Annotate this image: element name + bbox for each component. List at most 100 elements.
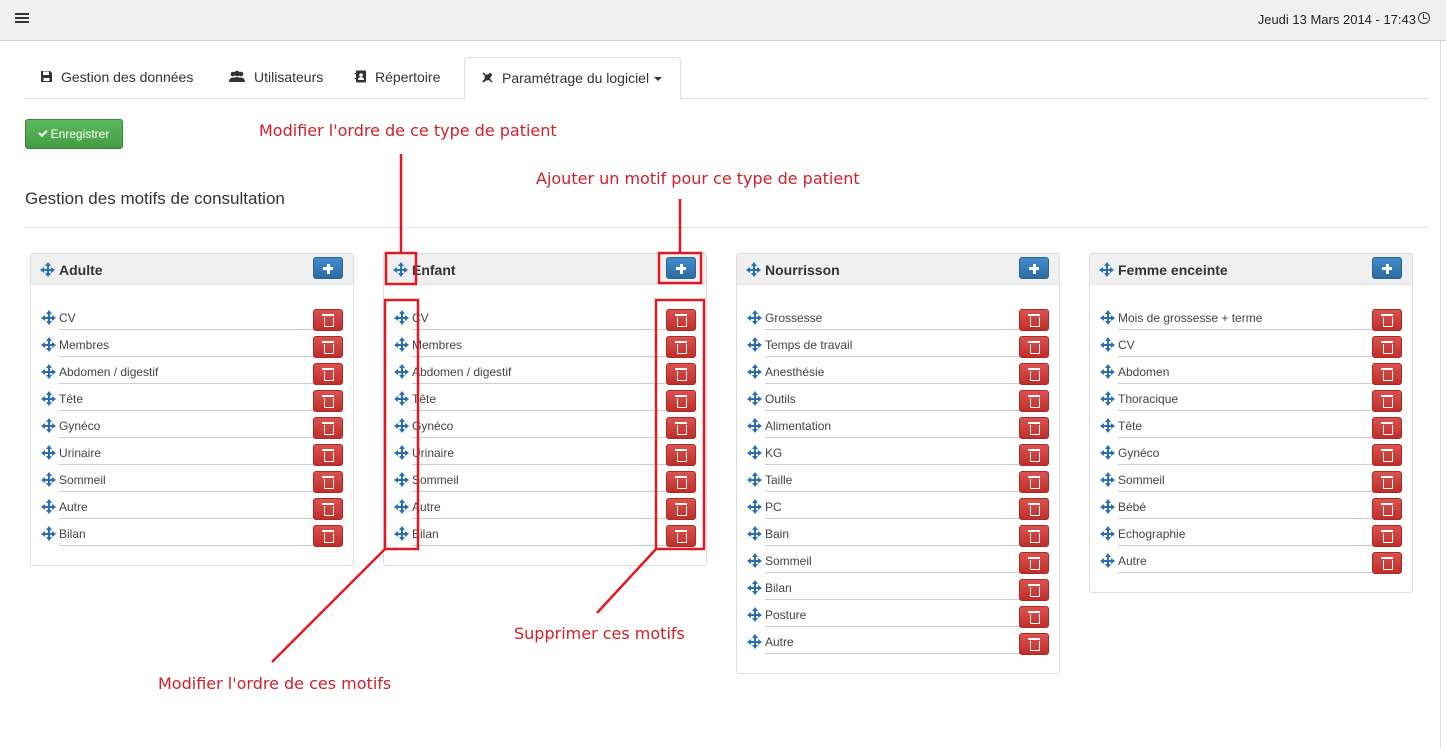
move-icon[interactable] [1100,418,1115,433]
move-icon[interactable] [747,580,762,595]
save-button[interactable]: Enregistrer [25,119,123,149]
delete-motif-button[interactable] [1019,606,1049,628]
motif-input[interactable]: Temps de travail [765,338,1023,357]
move-icon[interactable] [1100,553,1115,568]
move-icon[interactable] [41,418,56,433]
motif-input[interactable]: Sommeil [412,473,670,492]
delete-motif-button[interactable] [1019,579,1049,601]
motif-input[interactable]: Gynéco [412,419,670,438]
move-icon[interactable] [1100,310,1115,325]
motif-input[interactable]: Thoracique [1118,392,1376,411]
motif-input[interactable]: Autre [1118,554,1376,573]
move-icon[interactable] [394,526,409,541]
move-icon[interactable] [41,526,56,541]
delete-motif-button[interactable] [666,525,696,547]
motif-input[interactable]: Bilan [59,527,317,546]
delete-motif-button[interactable] [1019,309,1049,331]
tab-repertoire[interactable]: Répertoire [338,57,440,99]
motif-input[interactable]: Tête [59,392,317,411]
move-icon[interactable] [1100,445,1115,460]
delete-motif-button[interactable] [1372,552,1402,574]
move-icon[interactable] [394,364,409,379]
delete-motif-button[interactable] [1019,417,1049,439]
delete-motif-button[interactable] [313,417,343,439]
motif-input[interactable]: CV [1118,338,1376,357]
motif-input[interactable]: Urinaire [59,446,317,465]
move-icon[interactable] [394,445,409,460]
motif-input[interactable]: Gynéco [59,419,317,438]
delete-motif-button[interactable] [313,363,343,385]
motif-input[interactable]: Tête [1118,419,1376,438]
move-icon[interactable] [40,262,55,277]
delete-motif-button[interactable] [313,525,343,547]
delete-motif-button[interactable] [666,471,696,493]
delete-motif-button[interactable] [1372,498,1402,520]
move-icon[interactable] [394,499,409,514]
move-icon[interactable] [1100,364,1115,379]
move-icon[interactable] [1100,499,1115,514]
tab-gestion-donnees[interactable]: Gestion des données [24,57,193,99]
move-icon[interactable] [41,472,56,487]
delete-motif-button[interactable] [1019,525,1049,547]
delete-motif-button[interactable] [1019,498,1049,520]
delete-motif-button[interactable] [313,471,343,493]
move-icon[interactable] [394,310,409,325]
move-icon[interactable] [1100,526,1115,541]
move-icon[interactable] [747,472,762,487]
move-icon[interactable] [747,391,762,406]
delete-motif-button[interactable] [313,498,343,520]
motif-input[interactable]: Gynéco [1118,446,1376,465]
motif-input[interactable]: Membres [412,338,670,357]
delete-motif-button[interactable] [1372,363,1402,385]
delete-motif-button[interactable] [666,390,696,412]
move-icon[interactable] [41,445,56,460]
delete-motif-button[interactable] [1372,390,1402,412]
move-icon[interactable] [1100,337,1115,352]
motif-input[interactable]: Sommeil [765,554,1023,573]
move-icon[interactable] [747,634,762,649]
motif-input[interactable]: Anesthésie [765,365,1023,384]
delete-motif-button[interactable] [1372,471,1402,493]
motif-input[interactable]: Taille [765,473,1023,492]
move-icon[interactable] [747,445,762,460]
motif-input[interactable]: KG [765,446,1023,465]
menu-list-icon[interactable] [15,13,29,24]
delete-motif-button[interactable] [1372,336,1402,358]
motif-input[interactable]: Abdomen / digestif [412,365,670,384]
delete-motif-button[interactable] [1019,471,1049,493]
delete-motif-button[interactable] [666,444,696,466]
motif-input[interactable]: PC [765,500,1023,519]
move-icon[interactable] [747,337,762,352]
motif-input[interactable]: Autre [412,500,670,519]
add-motif-button[interactable] [666,257,696,279]
delete-motif-button[interactable] [313,390,343,412]
move-icon[interactable] [394,418,409,433]
tab-parametrage[interactable]: Paramétrage du logiciel [464,57,681,100]
move-icon[interactable] [1100,472,1115,487]
add-motif-button[interactable] [1372,257,1402,279]
move-icon[interactable] [747,364,762,379]
delete-motif-button[interactable] [666,498,696,520]
tab-utilisateurs[interactable]: Utilisateurs [212,57,323,99]
motif-input[interactable]: Abdomen / digestif [59,365,317,384]
delete-motif-button[interactable] [666,363,696,385]
delete-motif-button[interactable] [666,309,696,331]
move-icon[interactable] [747,607,762,622]
move-icon[interactable] [41,337,56,352]
delete-motif-button[interactable] [1372,417,1402,439]
motif-input[interactable]: Bébé [1118,500,1376,519]
motif-input[interactable]: Abdomen [1118,365,1376,384]
move-icon[interactable] [41,391,56,406]
motif-input[interactable]: Bilan [412,527,670,546]
motif-input[interactable]: Tête [412,392,670,411]
motif-input[interactable]: Autre [59,500,317,519]
move-icon[interactable] [747,310,762,325]
motif-input[interactable]: Bilan [765,581,1023,600]
motif-input[interactable]: Urinaire [412,446,670,465]
delete-motif-button[interactable] [313,309,343,331]
delete-motif-button[interactable] [313,444,343,466]
delete-motif-button[interactable] [666,417,696,439]
move-icon[interactable] [394,472,409,487]
delete-motif-button[interactable] [666,336,696,358]
move-icon[interactable] [41,310,56,325]
